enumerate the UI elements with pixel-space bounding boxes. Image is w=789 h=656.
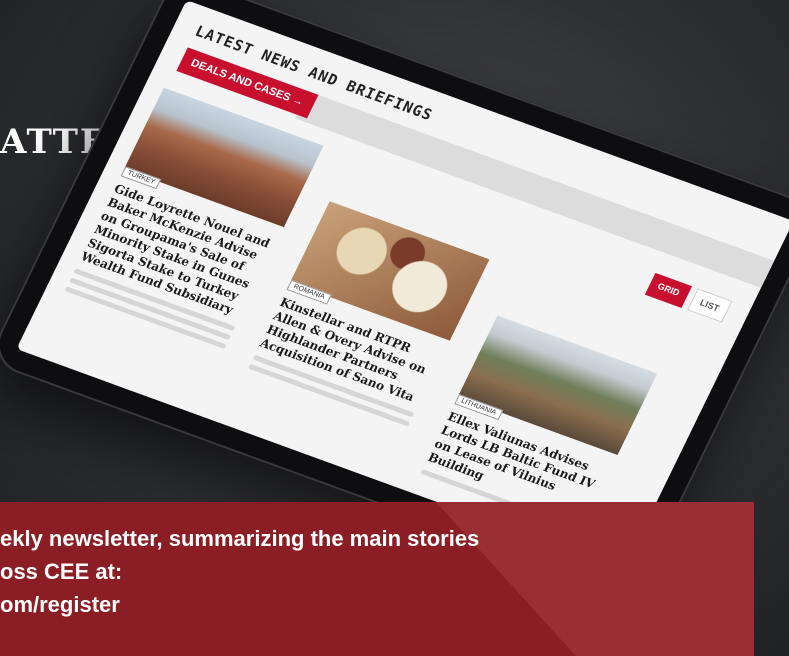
- register-link[interactable]: om/register: [0, 588, 479, 621]
- view-toggle: GRID LIST: [644, 272, 733, 323]
- banner-line: oss CEE at:: [0, 559, 123, 584]
- banner-line: ekly newsletter, summarizing the main st…: [0, 526, 480, 551]
- list-view-button[interactable]: LIST: [686, 288, 733, 323]
- article-card[interactable]: LITHUANIA Ellex Valiunas Advises Lords L…: [420, 315, 658, 532]
- tablet-screen: LATEST NEWS AND BRIEFINGS DEALS AND CASE…: [16, 0, 789, 570]
- newsletter-text: ekly newsletter, summarizing the main st…: [0, 522, 479, 621]
- article-card[interactable]: ROMANIA Kinstellar and RTPR Allen & Over…: [248, 201, 490, 427]
- grid-view-button[interactable]: GRID: [644, 272, 692, 308]
